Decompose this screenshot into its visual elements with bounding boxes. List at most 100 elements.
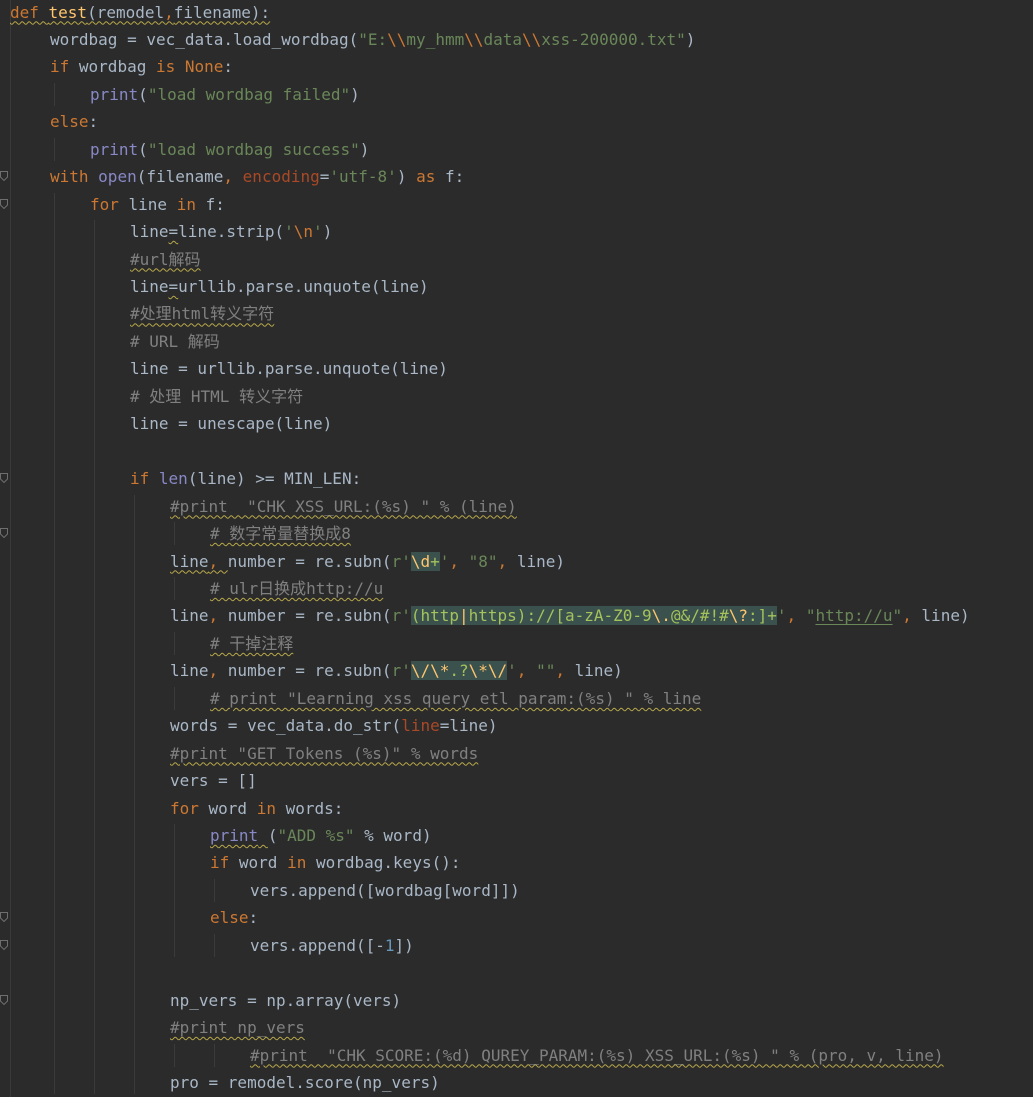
code-line[interactable]: vers.append([-1]): [250, 932, 414, 959]
editor-gutter: [0, 0, 11, 1097]
indent-guide: [214, 878, 215, 903]
code-token: line: [170, 661, 209, 681]
code-token: filename):: [173, 2, 271, 22]
code-line[interactable]: np_vers = np.array(vers): [170, 987, 401, 1014]
code-line[interactable]: if len(line) >= MIN_LEN:: [130, 465, 361, 492]
code-token: r': [391, 661, 411, 681]
code-line[interactable]: # 数字常量替换成8: [210, 520, 351, 547]
code-line[interactable]: line = unescape(line): [130, 410, 332, 437]
code-line[interactable]: line, number = re.subn(r'(http|https)://…: [170, 602, 970, 629]
code-token: # print "Learning xss query etl param:(%…: [210, 688, 702, 708]
code-line[interactable]: line, number = re.subn(r'\/\*.?\*\/', ""…: [170, 657, 623, 684]
code-editor[interactable]: def test(remodel,filename): wordbag = vec…: [0, 0, 1033, 1097]
code-token: :: [248, 908, 259, 928]
code-token: is: [155, 57, 185, 77]
code-line[interactable]: # 处理 HTML 转义字符: [130, 383, 303, 410]
code-line[interactable]: for word in words:: [170, 795, 343, 822]
fold-marker-icon[interactable]: [0, 473, 8, 484]
fold-marker-icon[interactable]: [0, 912, 8, 923]
code-token: \*: [468, 661, 488, 681]
code-token: else: [50, 112, 89, 132]
indent-guide: [174, 824, 175, 958]
code-line[interactable]: #print "CHK XSS_URL:(%s) " % (line): [170, 493, 517, 520]
fold-marker-icon[interactable]: [0, 939, 8, 950]
code-line[interactable]: else:: [210, 904, 258, 931]
code-line[interactable]: for line in f:: [90, 191, 225, 218]
code-token: ': [507, 661, 517, 681]
indent-guide: [214, 933, 215, 958]
code-token: line = unescape(line): [130, 414, 333, 434]
code-line[interactable]: vers.append([wordbag[word]]): [250, 877, 520, 904]
indent-guide: [94, 220, 95, 1095]
code-token: if: [50, 57, 79, 77]
fold-marker-icon[interactable]: [0, 994, 8, 1005]
code-line[interactable]: print ("ADD %s" % word): [210, 822, 432, 849]
code-line[interactable]: # 干掉注释: [210, 630, 293, 657]
code-token: urllib.parse.unquote(line): [178, 277, 429, 296]
code-token: \d: [410, 551, 431, 571]
code-token: else: [210, 908, 249, 928]
code-line[interactable]: print("load wordbag success"): [90, 136, 369, 163]
code-line[interactable]: print("load wordbag failed"): [90, 81, 360, 108]
code-token: "load wordbag success": [147, 139, 360, 159]
code-line[interactable]: #print np_vers: [170, 1014, 305, 1041]
code-token: ': [776, 606, 787, 626]
code-token: #处理html转义字符: [130, 304, 275, 324]
code-token: line: [170, 606, 209, 626]
code-token: |: [459, 606, 469, 626]
code-line[interactable]: wordbag = vec_data.load_wordbag("E:\\my_…: [50, 26, 695, 53]
code-token: (filename: [136, 167, 224, 187]
code-line[interactable]: # print "Learning xss query etl param:(%…: [210, 685, 701, 712]
code-token: xss-200000.txt": [541, 29, 686, 49]
code-token: =: [168, 222, 179, 242]
code-token: #print "CHK SCORE:(%d) QUREY_PARAM:(%s) …: [250, 1045, 944, 1065]
code-token: wordbag.keys():: [315, 853, 461, 873]
code-token: ,: [497, 551, 517, 571]
code-token: (line) >= MIN_LEN:: [187, 469, 362, 489]
code-token: ,: [902, 606, 922, 626]
code-line[interactable]: else:: [50, 108, 98, 135]
code-token: ): [396, 167, 417, 187]
code-token: :]+: [748, 606, 777, 626]
code-token: ,: [208, 661, 228, 681]
code-line[interactable]: def test(remodel,filename):: [10, 0, 270, 26]
code-token: def: [10, 2, 49, 22]
code-token: #print "GET Tokens (%s)" % words: [170, 743, 479, 763]
indent-guide: [54, 82, 55, 107]
indent-guide: [214, 1043, 215, 1068]
code-token: (: [138, 84, 148, 104]
code-line[interactable]: #print "CHK SCORE:(%d) QUREY_PARAM:(%s) …: [250, 1042, 944, 1069]
fold-marker-icon[interactable]: [0, 171, 8, 182]
indent-guide: [54, 137, 55, 162]
fold-marker-icon[interactable]: [0, 198, 8, 209]
code-line[interactable]: words = vec_data.do_str(line=line): [170, 712, 498, 739]
code-line[interactable]: # URL 解码: [130, 328, 220, 355]
code-line[interactable]: # ulr日换成http://u: [210, 575, 383, 602]
code-token: in: [256, 798, 286, 818]
code-line[interactable]: pro = remodel.score(np_vers): [170, 1069, 440, 1096]
code-token: len: [158, 469, 188, 489]
code-line[interactable]: vers = []: [170, 767, 257, 794]
code-line[interactable]: #处理html转义字符: [130, 300, 274, 327]
code-token: line): [921, 606, 970, 626]
code-line[interactable]: line = urllib.parse.unquote(line): [130, 355, 448, 382]
code-line[interactable]: with open(filename, encoding='utf-8') as…: [50, 163, 464, 190]
code-token: \?: [728, 606, 748, 626]
code-token: number = re.subn(: [227, 606, 392, 626]
code-line[interactable]: if word in wordbag.keys():: [210, 849, 460, 876]
code-token: +: [430, 551, 440, 571]
code-token: line: [130, 222, 169, 242]
code-token: (: [138, 139, 148, 159]
code-line[interactable]: line=urllib.parse.unquote(line): [130, 273, 429, 300]
code-line[interactable]: #print "GET Tokens (%s)" % words: [170, 740, 478, 767]
code-token: ,: [516, 661, 537, 681]
code-line[interactable]: line=line.strip('\n'): [130, 218, 332, 245]
code-token: vers.append([-: [250, 935, 385, 955]
code-token: ': [439, 551, 450, 571]
fold-marker-icon[interactable]: [0, 528, 8, 539]
code-token: line: [128, 194, 177, 214]
code-line[interactable]: if wordbag is None:: [50, 53, 233, 80]
code-line[interactable]: line, number = re.subn(r'\d+', "8", line…: [170, 548, 565, 575]
code-token: ,: [208, 606, 228, 626]
code-line[interactable]: #url解码: [130, 246, 201, 273]
